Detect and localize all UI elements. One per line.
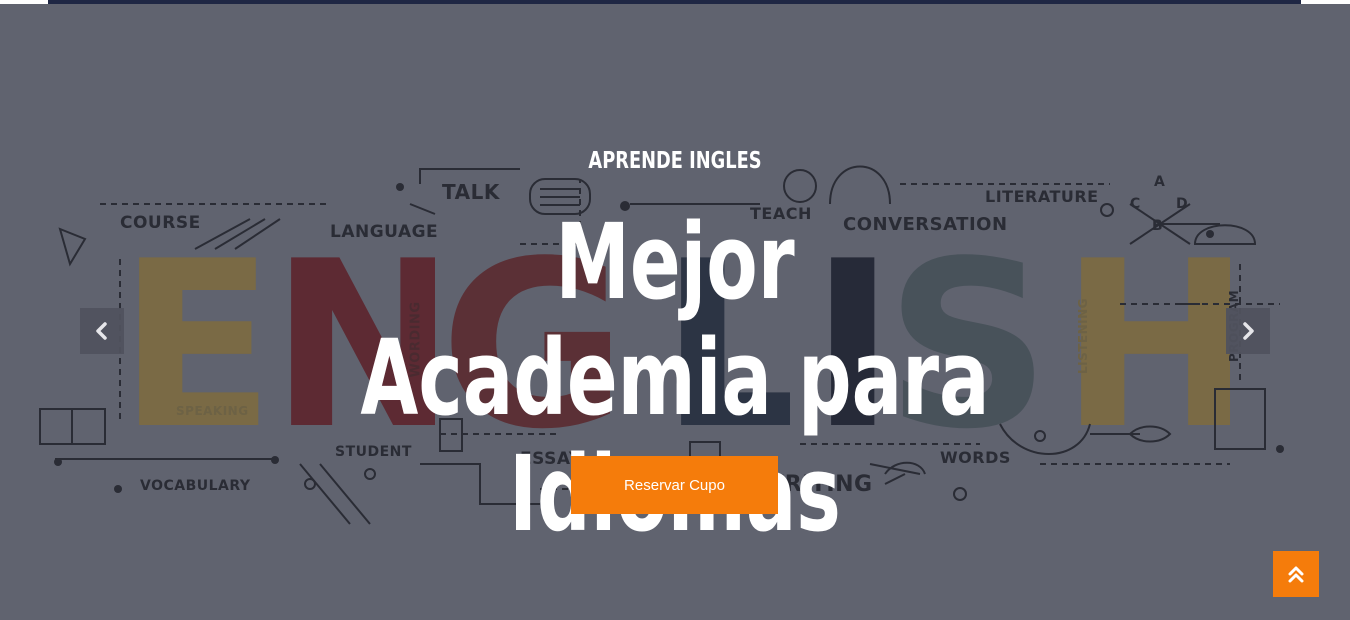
background-label-literature: LITERATURE xyxy=(985,187,1099,206)
hero-slider: E N G L I S H COURSE LANGUAGE TALK TEACH… xyxy=(0,4,1350,620)
background-label-course: COURSE xyxy=(120,213,201,233)
slider-next-button[interactable] xyxy=(1226,308,1270,354)
hero-subtitle: APRENDE INGLES xyxy=(588,148,762,174)
chevron-right-icon xyxy=(1243,322,1254,340)
background-label-b: B xyxy=(1152,218,1164,234)
background-label-a: A xyxy=(1154,174,1166,190)
background-label-c: C xyxy=(1130,196,1141,212)
background-label-listening: LISTENING xyxy=(1076,297,1091,375)
scroll-to-top-button[interactable] xyxy=(1273,551,1319,597)
chevron-left-icon xyxy=(96,322,107,340)
background-label-vocabulary: VOCABULARY xyxy=(140,478,251,494)
reserve-spot-button[interactable]: Reservar Cupo xyxy=(571,456,778,514)
double-chevron-up-icon xyxy=(1288,566,1304,583)
hero-headline-line-1: Mejor Academia para xyxy=(360,201,990,439)
background-label-talk: TALK xyxy=(442,180,500,204)
slider-prev-button[interactable] xyxy=(80,308,124,354)
background-label-d: D xyxy=(1176,196,1189,212)
background-label-speaking: SPEAKING xyxy=(176,404,249,418)
